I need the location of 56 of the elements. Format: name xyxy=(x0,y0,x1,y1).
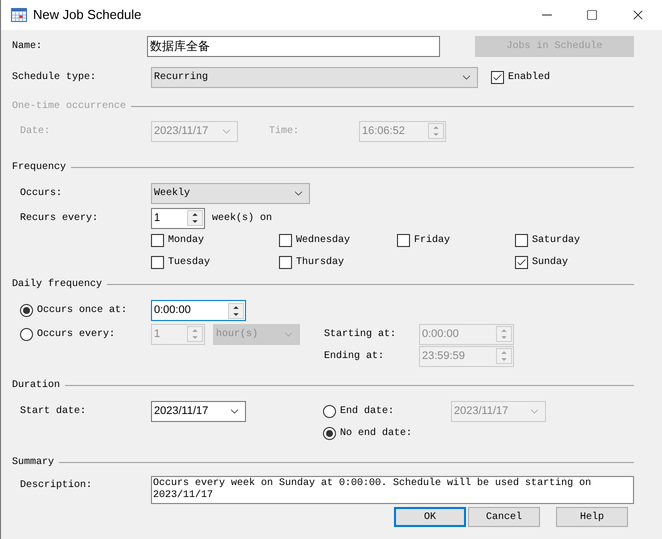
section-title: One-time occurrence xyxy=(12,100,126,114)
radio-button[interactable] xyxy=(323,426,336,440)
checkbox-label: Enabled xyxy=(508,70,550,84)
field-label: Starting at: xyxy=(324,328,398,342)
spin-field[interactable]: 1 xyxy=(151,208,205,228)
window-title: New Job Schedule xyxy=(33,6,142,24)
checkbox-label: Thursday xyxy=(296,256,344,270)
field-label: Ending at: xyxy=(324,350,386,364)
dropdown[interactable]: Recurring xyxy=(151,66,478,88)
checkbox-label: Monday xyxy=(168,234,204,248)
radio-label: Occurs every: xyxy=(37,328,116,342)
checkbox-label: Tuesday xyxy=(168,256,210,270)
dialog-button[interactable]: Help xyxy=(556,507,628,527)
radio-button[interactable] xyxy=(323,404,336,418)
radio-button[interactable] xyxy=(20,304,33,317)
radio-button[interactable] xyxy=(20,328,33,340)
radio-label: No end date: xyxy=(340,426,412,440)
checkbox[interactable] xyxy=(397,234,410,246)
field-label: Occurs: xyxy=(20,186,64,200)
description-field[interactable]: Occurs every week on Sunday at 0:00:00. Schedule will be used starting on 2023/11/17 xyxy=(151,476,634,504)
spin-field[interactable]: 0:00:00 xyxy=(151,300,246,321)
checkbox[interactable] xyxy=(515,234,528,246)
field-label: Time: xyxy=(269,124,300,138)
section-title: Frequency xyxy=(12,160,66,174)
spin-arrows-icon[interactable] xyxy=(187,210,203,226)
description-text: Occurs every week on Sunday at 0:00:00. Schedule will be used starting on 2023/11/17 xyxy=(152,477,592,503)
name-field[interactable]: 数据库全备 xyxy=(146,36,440,56)
section-title: Daily frequency xyxy=(12,278,102,292)
checkbox-label: Wednesday xyxy=(296,234,350,248)
checkbox[interactable] xyxy=(491,70,504,84)
checkbox-label: Saturday xyxy=(532,234,580,248)
field-label: Recurs every: xyxy=(20,212,100,226)
field-label: Schedule type: xyxy=(12,70,98,84)
checkbox[interactable] xyxy=(151,256,164,268)
field-label: Name: xyxy=(12,40,44,54)
calendar-icon xyxy=(11,7,27,23)
checkbox[interactable] xyxy=(151,234,164,246)
radio-label: End date: xyxy=(340,404,394,418)
checkbox-label: Friday xyxy=(414,234,450,248)
checkbox[interactable] xyxy=(515,256,528,268)
spin-arrows-icon[interactable] xyxy=(228,302,244,318)
date-picker[interactable]: 2023/11/17 xyxy=(151,400,246,422)
field-label: Date: xyxy=(20,124,52,138)
section-title: Summary xyxy=(12,456,54,470)
checkbox-label: Sunday xyxy=(532,256,568,270)
checkbox[interactable] xyxy=(279,256,292,268)
field-label: Description: xyxy=(20,478,94,493)
radio-label: Occurs once at: xyxy=(37,304,128,318)
dialog-button[interactable]: OK xyxy=(394,507,466,527)
maximize-icon[interactable] xyxy=(586,9,598,21)
field-label: Start date: xyxy=(20,404,88,418)
section-title: Duration xyxy=(12,378,60,392)
dialog-button[interactable]: Cancel xyxy=(468,507,540,527)
checkbox[interactable] xyxy=(279,234,292,246)
field-label: week(s) on xyxy=(212,212,272,226)
dropdown[interactable]: Weekly xyxy=(151,182,310,204)
